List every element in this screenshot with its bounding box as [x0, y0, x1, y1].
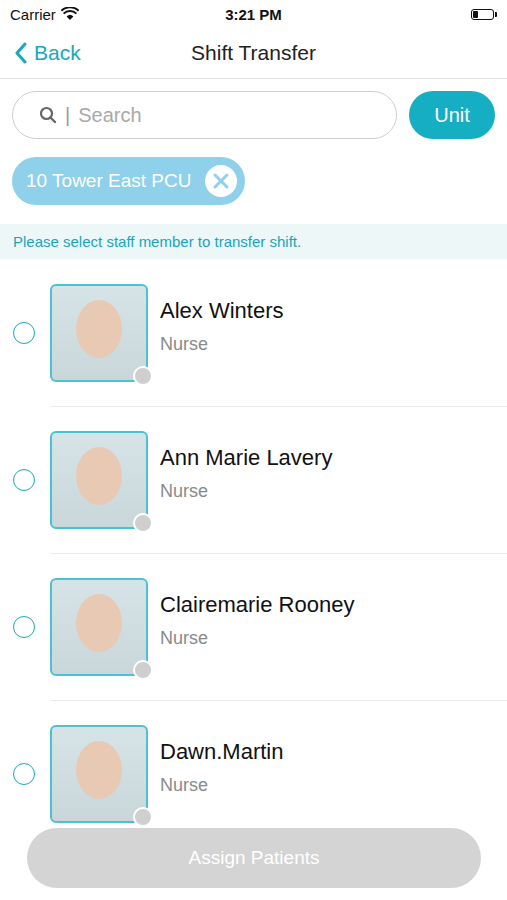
select-radio[interactable]: [13, 469, 35, 491]
status-dot: [133, 513, 153, 533]
carrier-label: Carrier: [10, 6, 56, 23]
chevron-left-icon: [14, 42, 28, 64]
staff-photo: [50, 431, 148, 529]
remove-filter-button[interactable]: [205, 165, 237, 197]
staff-photo: [50, 284, 148, 382]
nav-bar: Back Shift Transfer: [0, 28, 507, 79]
search-row: | Search Unit: [0, 79, 507, 139]
screen-title: Shift Transfer: [191, 41, 316, 65]
filter-chip: 10 Tower East PCU: [12, 157, 245, 205]
wifi-icon: [61, 7, 79, 21]
staff-name: Clairemarie Rooney: [160, 592, 354, 618]
staff-name: Alex Winters: [160, 298, 283, 324]
shift-transfer-screen: Carrier 3:21 PM Back Shift Transfer | Search U…: [0, 0, 507, 900]
filter-chips: 10 Tower East PCU: [0, 139, 507, 205]
staff-row[interactable]: Alex Winters Nurse: [0, 259, 507, 406]
status-dot: [133, 660, 153, 680]
status-dot: [133, 366, 153, 386]
staff-row[interactable]: Dawn.Martin Nurse: [0, 700, 507, 847]
status-dot: [133, 807, 153, 827]
staff-role: Nurse: [160, 334, 283, 355]
search-placeholder: Search: [78, 104, 141, 127]
staff-photo: [50, 725, 148, 823]
time-label: 3:21 PM: [225, 6, 282, 23]
select-radio[interactable]: [13, 763, 35, 785]
back-button[interactable]: Back: [0, 41, 81, 65]
staff-role: Nurse: [160, 481, 332, 502]
staff-row[interactable]: Clairemarie Rooney Nurse: [0, 553, 507, 700]
close-circle-icon: [205, 165, 237, 197]
search-icon: [39, 106, 57, 124]
instruction-banner: Please select staff member to transfer s…: [0, 224, 507, 259]
assign-patients-button[interactable]: Assign Patients: [27, 828, 481, 888]
staff-role: Nurse: [160, 775, 283, 796]
staff-row[interactable]: Ann Marie Lavery Nurse: [0, 406, 507, 553]
staff-list: Alex WintersNurseAnn Marie LaveryNurseCl…: [0, 259, 507, 900]
unit-button[interactable]: Unit: [409, 91, 495, 139]
select-radio[interactable]: [13, 616, 35, 638]
staff-photo: [50, 578, 148, 676]
staff-name: Dawn.Martin: [160, 739, 283, 765]
search-cursor: |: [65, 104, 70, 127]
status-bar: Carrier 3:21 PM: [0, 0, 507, 28]
battery-icon: [471, 9, 497, 20]
staff-name: Ann Marie Lavery: [160, 445, 332, 471]
staff-role: Nurse: [160, 628, 354, 649]
search-field[interactable]: | Search: [12, 91, 397, 139]
select-radio[interactable]: [13, 322, 35, 344]
